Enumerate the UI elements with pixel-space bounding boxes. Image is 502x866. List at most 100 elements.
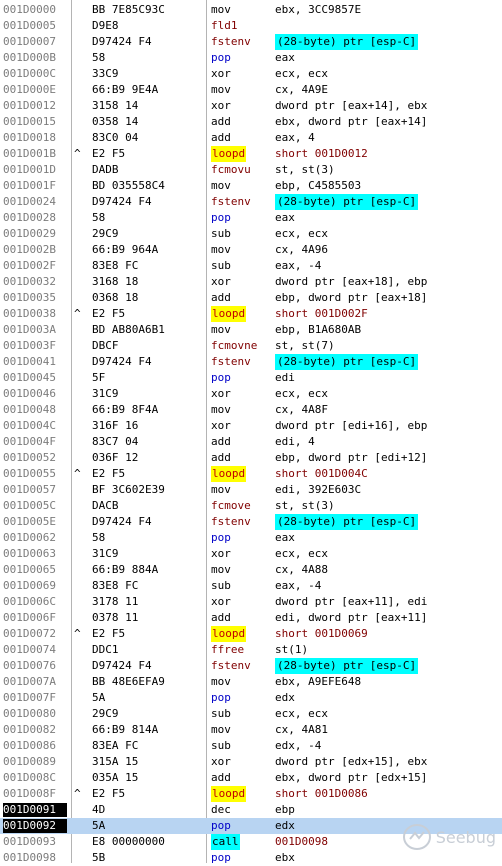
operands-cell: ebp, dword ptr [eax+18] <box>275 291 428 304</box>
disassembly-row[interactable]: 001D0080 29C9 sub ecx, ecx <box>0 706 502 722</box>
disassembly-row[interactable]: 001D0032 3168 18 xor dword ptr [eax+18], eb… <box>0 274 502 290</box>
disassembly-row[interactable]: 001D0091 4D dec ebp <box>0 802 502 818</box>
disassembly-row[interactable]: 001D002B 66:B9 964A mov cx, 4A96 <box>0 242 502 258</box>
disassembly-row[interactable]: 001D0089 315A 15 xor dword ptr [edx+15], eb… <box>0 754 502 770</box>
disassembly-row[interactable]: 001D0062 58 pop eax <box>0 530 502 546</box>
jump-arrow-icon <box>74 658 86 674</box>
disassembly-row[interactable]: 001D004F 83C7 04 add edi, 4 <box>0 434 502 450</box>
disassembly-row[interactable]: 001D003A BD AB80A6B1 mov ebp, B1A680AB <box>0 322 502 338</box>
jump-arrow-icon <box>74 322 86 338</box>
disassembly-row[interactable]: 001D0005 D9E8 fld1 <box>0 18 502 34</box>
disassembly-row[interactable]: 001D000E 66:B9 9E4A mov cx, 4A9E <box>0 82 502 98</box>
address-cell: 001D0000 <box>3 3 56 16</box>
hex-bytes-cell: BB 7E85C93C <box>92 3 165 16</box>
disassembly-row[interactable]: 001D007A BB 48E6EFA9 mov ebx, A9EFE648 <box>0 674 502 690</box>
disassembly-row[interactable]: 001D004C 316F 16 xor dword ptr [edi+16], eb… <box>0 418 502 434</box>
disassembly-row[interactable]: 001D006F 0378 11 add edi, dword ptr [eax+11… <box>0 610 502 626</box>
disassembly-row[interactable]: 001D001D DADB fcmovu st, st(3) <box>0 162 502 178</box>
operands-cell: short 001D002F <box>275 307 368 320</box>
mnemonic-cell: pop <box>211 371 231 384</box>
operands-cell: ebp, C4585503 <box>275 179 362 192</box>
disassembly-row[interactable]: 001D0024 D97424 F4 fstenv (28-byte) ptr [es… <box>0 194 502 210</box>
disassembly-row[interactable]: 001D001B ^ E2 F5 loopd short 001D0012 <box>0 146 502 162</box>
operands-cell: ebp <box>275 803 295 816</box>
address-cell: 001D003F <box>3 339 56 352</box>
mnemonic-cell: xor <box>211 99 231 112</box>
disassembly-row[interactable]: 001D0052 036F 12 add ebp, dword ptr [edi+12… <box>0 450 502 466</box>
operands-cell: dword ptr [edi+16], ebp <box>275 419 428 432</box>
jump-arrow-icon <box>74 802 86 818</box>
mnemonic-cell: add <box>211 771 231 784</box>
disassembly-row[interactable]: 001D0076 D97424 F4 fstenv (28-byte) ptr [es… <box>0 658 502 674</box>
disassembly-row[interactable]: 001D0048 66:B9 8F4A mov cx, 4A8F <box>0 402 502 418</box>
disassembly-row[interactable]: 001D0028 58 pop eax <box>0 210 502 226</box>
address-cell: 001D0041 <box>3 355 56 368</box>
disassembly-row[interactable]: 001D0057 BF 3C602E39 mov edi, 392E603C <box>0 482 502 498</box>
hex-bytes-cell: E2 F5 <box>92 787 126 800</box>
hex-bytes-cell: 58 <box>92 51 106 64</box>
operands-cell: ecx, ecx <box>275 387 328 400</box>
disassembly-row[interactable]: 001D0007 D97424 F4 fstenv (28-byte) ptr [es… <box>0 34 502 50</box>
disassembly-row[interactable]: 001D0029 29C9 sub ecx, ecx <box>0 226 502 242</box>
disassembly-row[interactable]: 001D0035 0368 18 add ebp, dword ptr [eax+18… <box>0 290 502 306</box>
disassembly-row[interactable]: 001D0086 83EA FC sub edx, -4 <box>0 738 502 754</box>
address-cell: 001D000C <box>3 67 56 80</box>
disassembly-row[interactable]: 001D0046 31C9 xor ecx, ecx <box>0 386 502 402</box>
disassembly-row[interactable]: 001D0041 D97424 F4 fstenv (28-byte) ptr [es… <box>0 354 502 370</box>
hex-bytes-cell: 3168 18 <box>92 275 139 288</box>
hex-bytes-cell: 4D <box>92 803 106 816</box>
address-cell: 001D004C <box>3 419 56 432</box>
hex-bytes-cell: DACB <box>92 499 119 512</box>
operands-cell: eax <box>275 211 295 224</box>
hex-bytes-cell: BB 48E6EFA9 <box>92 675 165 688</box>
disassembly-row[interactable]: 001D008F ^ E2 F5 loopd short 001D0086 <box>0 786 502 802</box>
mnemonic-cell: mov <box>211 403 231 416</box>
disassembly-row[interactable]: 001D0063 31C9 xor ecx, ecx <box>0 546 502 562</box>
disassembly-row[interactable]: 001D0074 DDC1 ffree st(1) <box>0 642 502 658</box>
operands-cell: edi <box>275 371 295 384</box>
disassembly-row[interactable]: 001D0098 5B pop ebx <box>0 850 502 866</box>
disassembly-row[interactable]: 001D0018 83C0 04 add eax, 4 <box>0 130 502 146</box>
disassembly-row[interactable]: 001D002F 83E8 FC sub eax, -4 <box>0 258 502 274</box>
address-cell: 001D0032 <box>3 275 56 288</box>
jump-arrow-icon <box>74 82 86 98</box>
mnemonic-cell: mov <box>211 323 231 336</box>
disassembly-row[interactable]: 001D0072 ^ E2 F5 loopd short 001D0069 <box>0 626 502 642</box>
operands-cell: short 001D0086 <box>275 787 368 800</box>
operands-cell: ecx, ecx <box>275 707 328 720</box>
hex-bytes-cell: 83EA FC <box>92 739 139 752</box>
operands-cell: short 001D0012 <box>275 147 368 160</box>
operands-cell: ebx, 3CC9857E <box>275 3 362 16</box>
disassembly-row[interactable]: 001D000C 33C9 xor ecx, ecx <box>0 66 502 82</box>
disassembly-row[interactable]: 001D0015 0358 14 add ebx, dword ptr [eax+14… <box>0 114 502 130</box>
address-cell: 001D000E <box>3 83 56 96</box>
disassembly-row[interactable]: 001D0069 83E8 FC sub eax, -4 <box>0 578 502 594</box>
hex-bytes-cell: 33C9 <box>92 67 119 80</box>
jump-arrow-icon <box>74 578 86 594</box>
disassembly-row[interactable]: 001D006C 3178 11 xor dword ptr [eax+11], ed… <box>0 594 502 610</box>
disassembly-row[interactable]: 001D005E D97424 F4 fstenv (28-byte) ptr [es… <box>0 514 502 530</box>
jump-arrow-icon: ^ <box>74 787 81 800</box>
disassembly-row[interactable]: 001D003F DBCF fcmovne st, st(7) <box>0 338 502 354</box>
disassembly-row[interactable]: 001D0045 5F pop edi <box>0 370 502 386</box>
disassembly-row[interactable]: 001D007F 5A pop edx <box>0 690 502 706</box>
address-cell: 001D0029 <box>3 227 56 240</box>
jump-arrow-icon: ^ <box>74 147 81 160</box>
mnemonic-cell: loopd <box>211 786 247 802</box>
disassembly-row[interactable]: 001D0000 BB 7E85C93C mov ebx, 3CC9857E <box>0 2 502 18</box>
operands-cell: st, st(3) <box>275 499 335 512</box>
disassembly-row[interactable]: 001D0055 ^ E2 F5 loopd short 001D004C <box>0 466 502 482</box>
hex-bytes-cell: BD AB80A6B1 <box>92 323 165 336</box>
disassembly-row[interactable]: 001D000B 58 pop eax <box>0 50 502 66</box>
jump-arrow-icon <box>74 338 86 354</box>
disassembly-pane[interactable]: 001D0000 BB 7E85C93C mov ebx, 3CC9857E 001D0… <box>0 0 502 866</box>
disassembly-row[interactable]: 001D0038 ^ E2 F5 loopd short 001D002F <box>0 306 502 322</box>
disassembly-row[interactable]: 001D005C DACB fcmove st, st(3) <box>0 498 502 514</box>
mnemonic-cell: mov <box>211 483 231 496</box>
jump-arrow-icon <box>74 722 86 738</box>
disassembly-row[interactable]: 001D0065 66:B9 884A mov cx, 4A88 <box>0 562 502 578</box>
disassembly-row[interactable]: 001D008C 035A 15 add ebx, dword ptr [edx+15… <box>0 770 502 786</box>
disassembly-row[interactable]: 001D001F BD 035558C4 mov ebp, C4585503 <box>0 178 502 194</box>
disassembly-row[interactable]: 001D0012 3158 14 xor dword ptr [eax+14], eb… <box>0 98 502 114</box>
disassembly-row[interactable]: 001D0082 66:B9 814A mov cx, 4A81 <box>0 722 502 738</box>
